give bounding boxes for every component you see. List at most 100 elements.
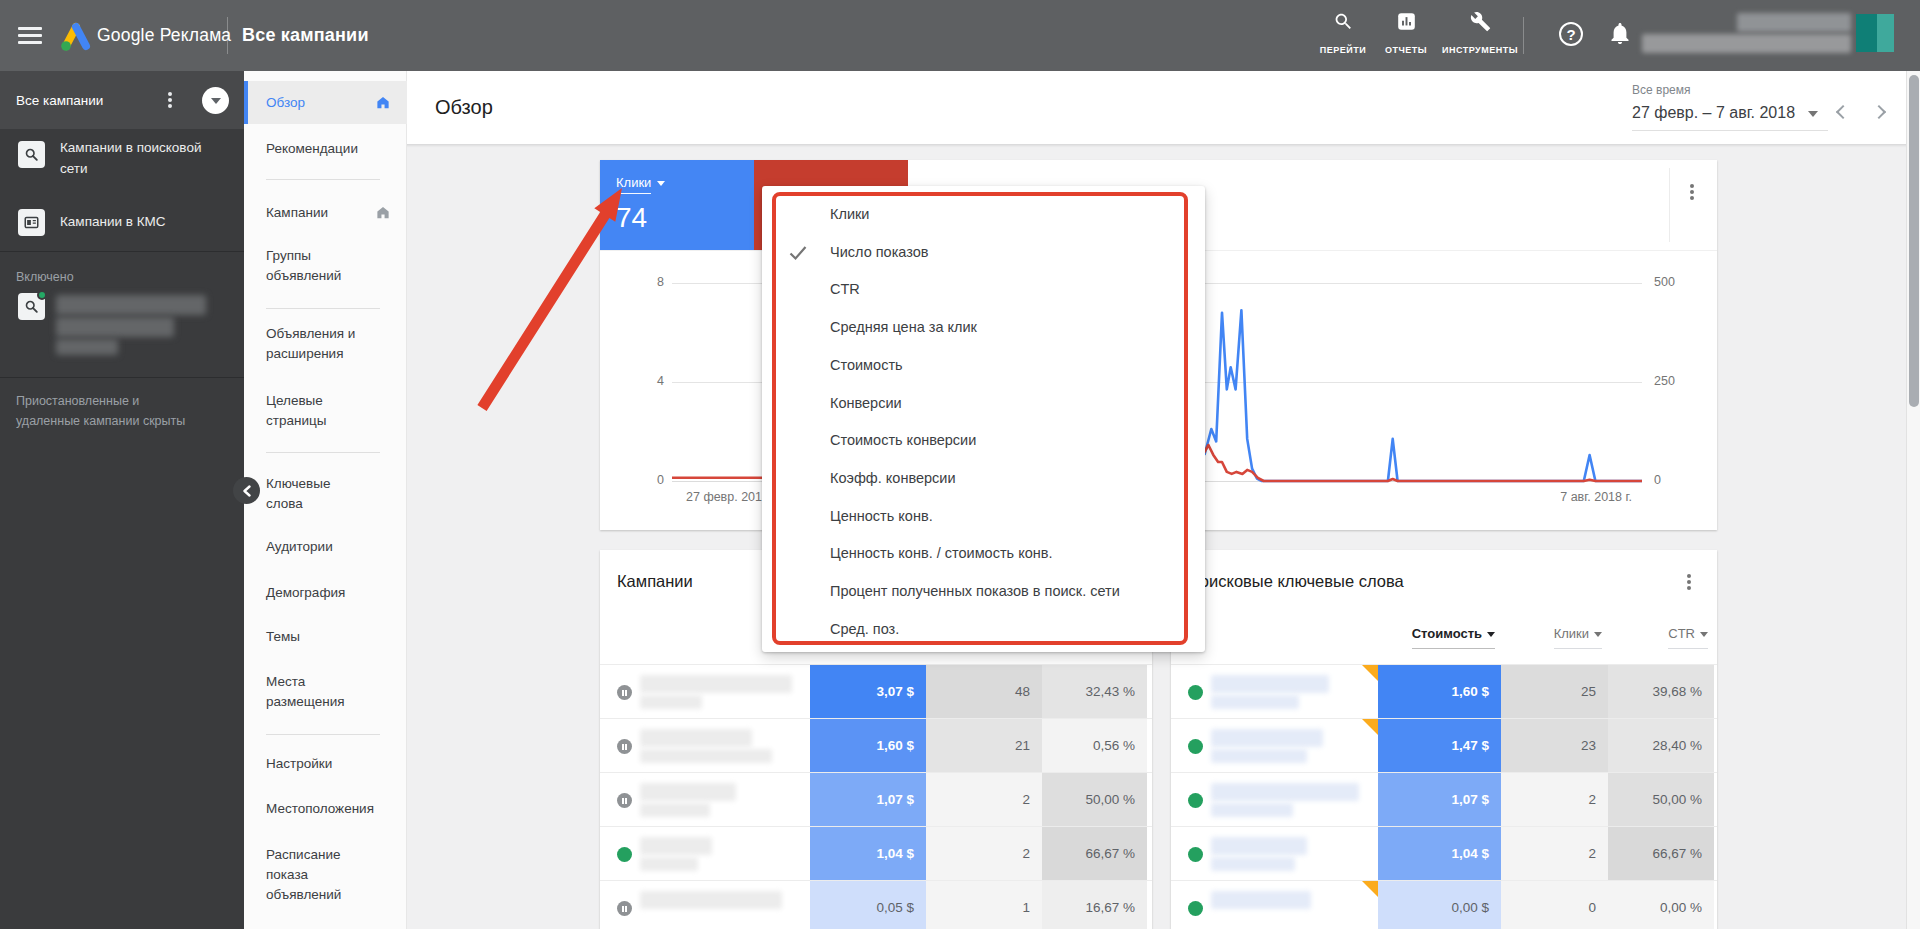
name-redacted[interactable]	[640, 837, 712, 855]
notifications-bell-icon[interactable]	[1608, 20, 1632, 46]
campaign-name-redacted	[56, 317, 174, 337]
topbar-divider	[227, 17, 228, 54]
nav-item-демография[interactable]: Демография	[244, 583, 407, 603]
nav-item-обзор[interactable]: Обзор	[244, 81, 407, 124]
column-header-clicks[interactable]: Клики	[1501, 626, 1602, 649]
scrollbar-thumb[interactable]	[1909, 75, 1919, 407]
collapse-panel-button[interactable]	[233, 477, 260, 504]
keyword-status-corner-badge	[1362, 665, 1378, 681]
date-range-value[interactable]: 27 февр. – 7 авг. 2018	[1632, 104, 1795, 122]
name-redacted[interactable]	[1211, 729, 1323, 747]
page-scrollbar[interactable]	[1906, 71, 1920, 929]
more-options-icon[interactable]	[168, 98, 172, 102]
topbar-divider	[1523, 17, 1524, 54]
enabled-status-icon[interactable]	[1188, 847, 1203, 862]
topbar-title: Все кампании	[242, 0, 369, 71]
nav-divider	[266, 734, 380, 735]
name-redacted[interactable]	[640, 729, 752, 747]
nav-item-объявления-и-расширения[interactable]: Объявления и расширения	[244, 324, 407, 364]
reports-button[interactable]: ОТЧЕТЫ	[1376, 11, 1436, 62]
home-icon	[375, 205, 391, 220]
brand-text: Google Реклама	[97, 0, 231, 71]
nav-item-ключевые-слова[interactable]: Ключевые слова	[244, 474, 407, 514]
prev-period-icon[interactable]	[1836, 105, 1850, 119]
name-redacted[interactable]	[640, 891, 782, 909]
enabled-status-dot	[37, 290, 47, 300]
help-icon[interactable]: ?	[1559, 22, 1583, 46]
page-title: Обзор	[435, 71, 493, 144]
chevron-down-icon[interactable]	[1808, 111, 1818, 117]
avatar[interactable]	[1856, 14, 1894, 52]
name-redacted[interactable]	[640, 675, 792, 693]
column-header-cost[interactable]: Стоимость	[1378, 626, 1495, 649]
status-section-label: Включено	[16, 267, 74, 287]
table-row	[600, 881, 1152, 929]
sidebar-divider	[0, 377, 244, 378]
nav-item-настройки[interactable]: Настройки	[244, 754, 407, 774]
reports-icon	[1396, 11, 1417, 32]
nav-item-кампании[interactable]: Кампании	[244, 203, 407, 223]
sidebar-item-display-campaigns[interactable]: Кампании в КМС	[60, 211, 228, 232]
name-redacted[interactable]	[1211, 891, 1311, 909]
paused-status-icon[interactable]	[617, 685, 632, 700]
name-redacted[interactable]	[1211, 675, 1329, 693]
paused-status-icon[interactable]	[617, 901, 632, 916]
goto-button[interactable]: ПЕРЕЙТИ	[1312, 11, 1374, 62]
card-title: Поисковые ключевые слова	[1188, 572, 1404, 591]
table-row	[1171, 881, 1717, 929]
paused-status-icon[interactable]	[617, 739, 632, 754]
nav-divider	[266, 179, 380, 180]
paused-status-icon[interactable]	[617, 793, 632, 808]
next-period-icon[interactable]	[1872, 105, 1886, 119]
google-ads-logo-icon	[56, 19, 92, 53]
home-icon	[375, 95, 391, 110]
nav-item-рекомендации[interactable]: Рекомендации	[244, 139, 407, 159]
card-menu-icon[interactable]	[1687, 580, 1691, 584]
menu-icon[interactable]	[18, 27, 42, 45]
name-redacted	[1211, 857, 1295, 871]
hidden-campaigns-note: Приостановленные и удаленные кампании ск…	[16, 391, 192, 431]
campaigns-sidebar: Все кампании Кампании в поисковой сети К…	[0, 71, 244, 929]
table-row	[600, 719, 1152, 773]
name-redacted	[640, 857, 698, 871]
table-row	[1171, 665, 1717, 719]
date-preset-label: Все время	[1632, 83, 1690, 97]
nav-item-темы[interactable]: Темы	[244, 627, 407, 647]
page-header: Обзор Все время 27 февр. – 7 авг. 2018	[404, 71, 1920, 144]
enabled-status-icon[interactable]	[1188, 793, 1203, 808]
enabled-status-icon[interactable]	[1188, 739, 1203, 754]
chevron-down-icon	[211, 98, 221, 104]
name-redacted	[640, 695, 702, 709]
sidebar-item-search-campaigns[interactable]: Кампании в поисковой сети	[60, 137, 228, 179]
enabled-status-icon[interactable]	[1188, 901, 1203, 916]
nav-item-группы-объявлений[interactable]: Группы объявлений	[244, 246, 407, 286]
series-clicks	[1205, 310, 1643, 481]
search-campaigns-icon	[18, 141, 45, 168]
sidebar-divider	[0, 251, 244, 252]
enabled-status-icon[interactable]	[1188, 685, 1203, 700]
sidebar-header[interactable]: Все кампании	[0, 71, 244, 129]
nav-item-расписание-показа-объявлений[interactable]: Расписание показа объявлений	[244, 845, 407, 905]
collapse-header-button[interactable]	[202, 87, 229, 114]
table-row	[600, 665, 1152, 719]
nav-item-целевые-страницы[interactable]: Целевые страницы	[244, 391, 407, 431]
account-name-redacted	[1737, 13, 1851, 32]
table-row	[1171, 827, 1717, 881]
annotation-rectangle	[772, 192, 1188, 645]
campaign-name-redacted	[56, 339, 118, 355]
nav-item-места-размещения[interactable]: Места размещения	[244, 672, 407, 712]
nav-item-аудитории[interactable]: Аудитории	[244, 537, 407, 557]
name-redacted[interactable]	[1211, 783, 1359, 801]
enabled-status-icon[interactable]	[617, 847, 632, 862]
top-app-bar: Google Реклама Все кампании ПЕРЕЙТИ ОТЧЕ…	[0, 0, 1920, 71]
nav-divider	[266, 308, 380, 309]
name-redacted[interactable]	[640, 783, 736, 801]
column-header-ctr[interactable]: CTR	[1608, 626, 1708, 649]
name-redacted[interactable]	[1211, 837, 1307, 855]
tools-button[interactable]: ИНСТРУМЕНТЫ	[1438, 11, 1522, 62]
card-title: Кампании	[617, 572, 693, 591]
campaign-name-redacted[interactable]	[56, 295, 206, 315]
nav-item-местоположения[interactable]: Местоположения	[244, 799, 407, 819]
search-keywords-card: Поисковые ключевые слова Стоимость Клики…	[1171, 550, 1717, 929]
search-icon	[1333, 11, 1354, 32]
